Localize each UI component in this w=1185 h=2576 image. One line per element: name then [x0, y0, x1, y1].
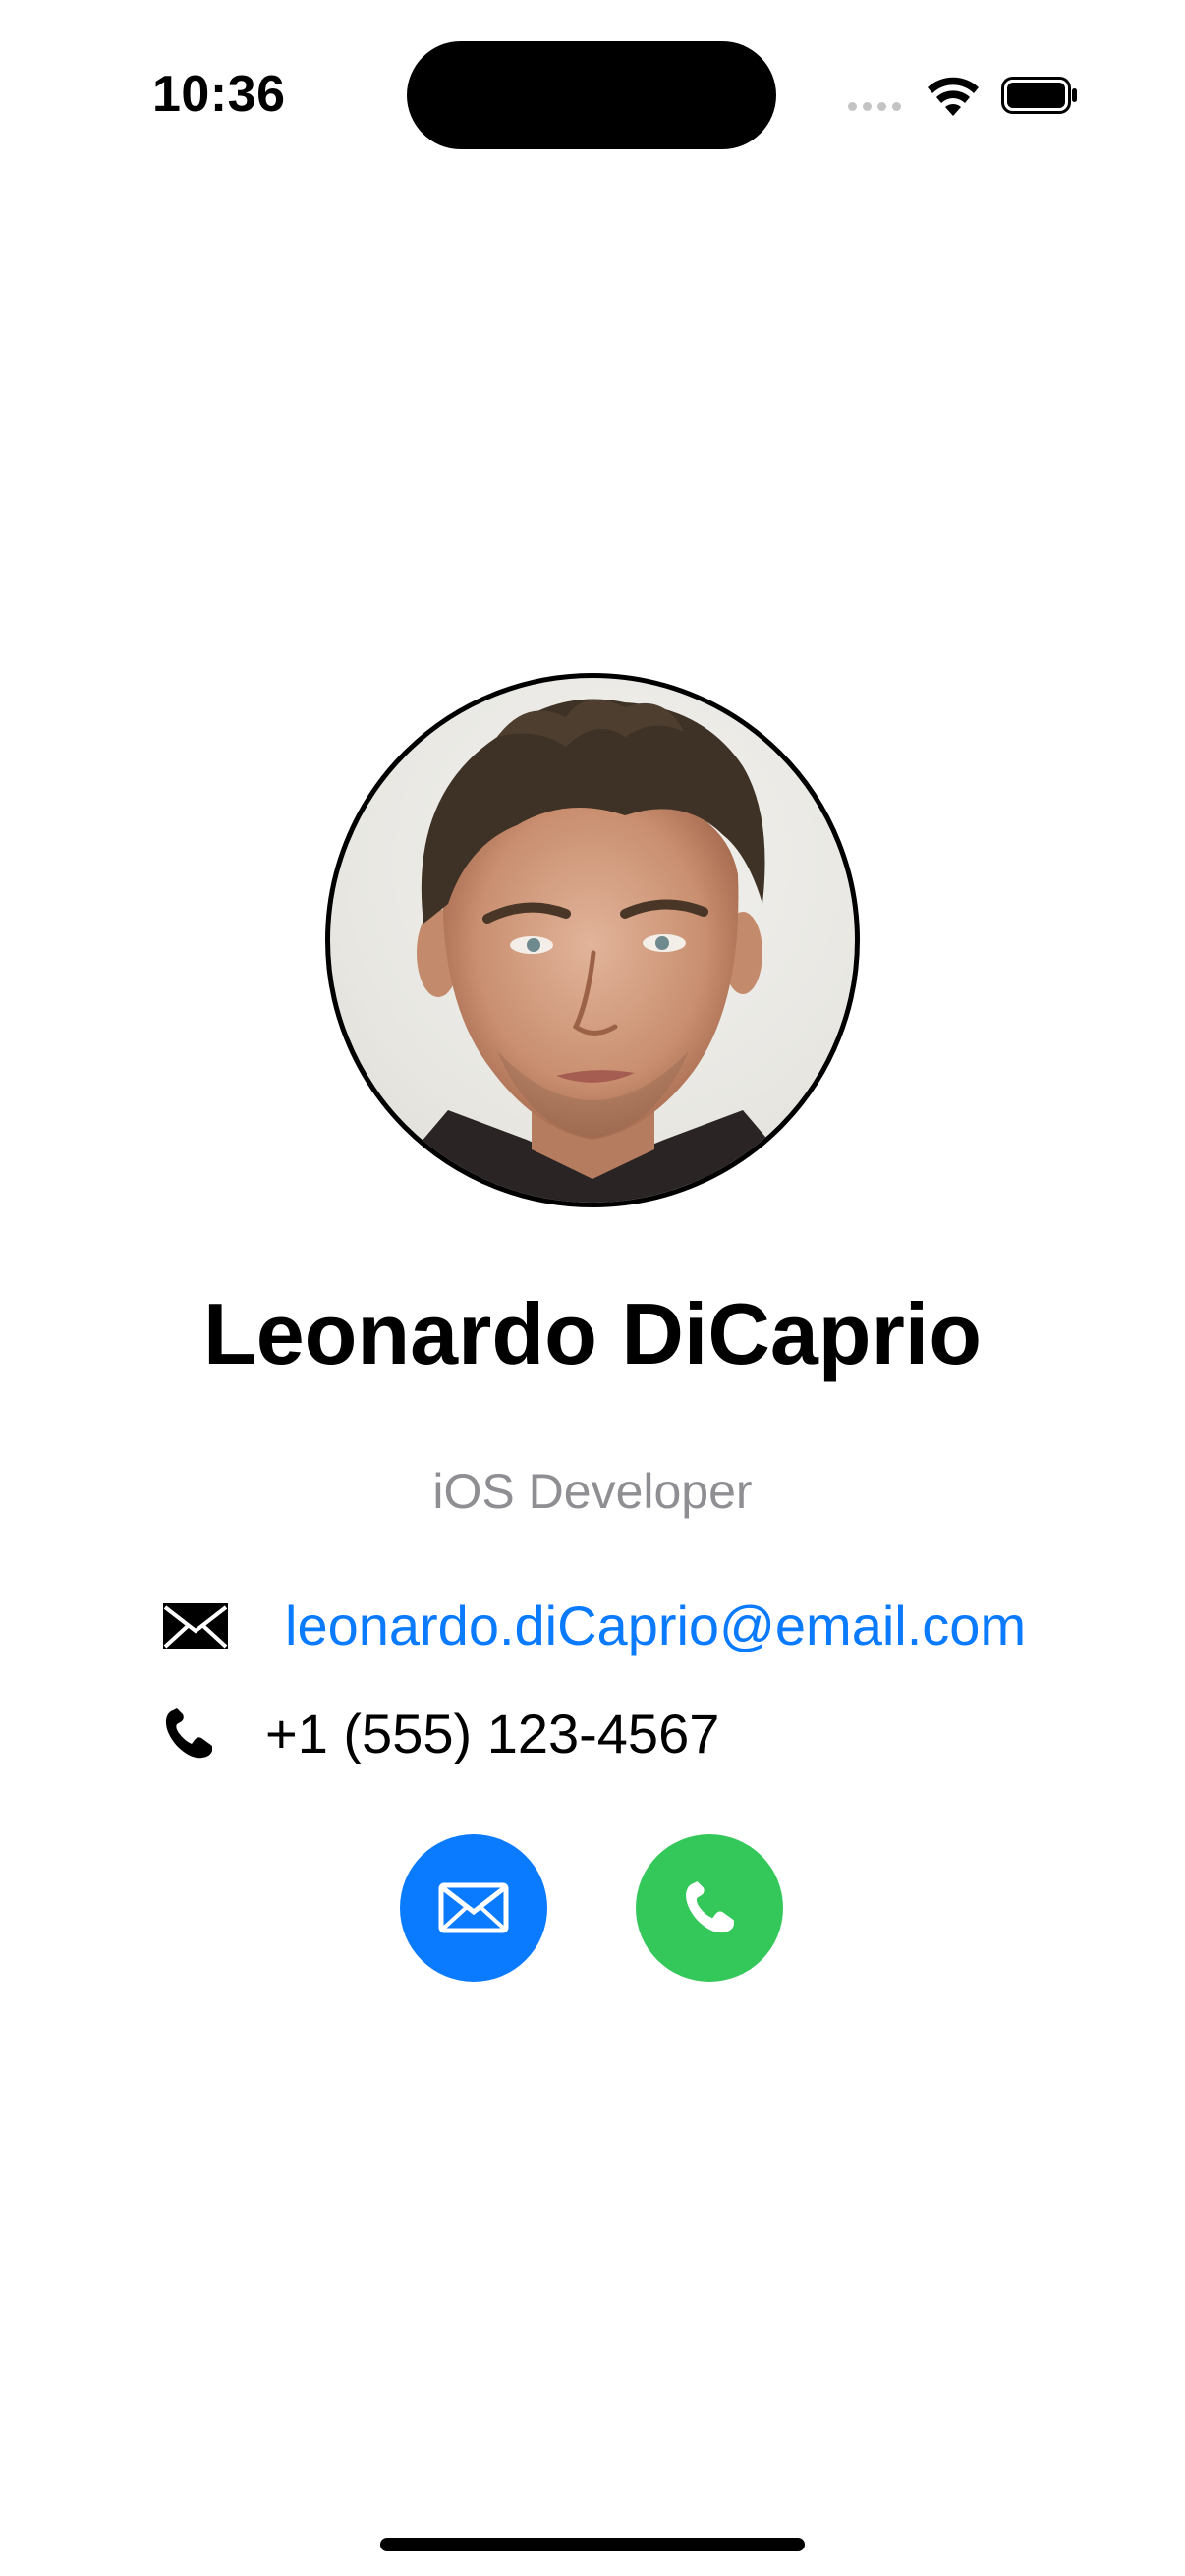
email-row[interactable]: leonardo.diCaprio@email.com — [161, 1592, 1026, 1660]
phone-icon — [686, 1881, 734, 1933]
envelope-icon — [161, 1592, 230, 1660]
phone-number[interactable]: +1 (555) 123-4567 — [265, 1700, 719, 1768]
profile-avatar — [325, 673, 860, 1207]
dynamic-island — [407, 41, 776, 149]
email-link[interactable]: leonardo.diCaprio@email.com — [285, 1592, 1026, 1660]
home-indicator[interactable] — [380, 2538, 805, 2551]
profile-role: iOS Developer — [432, 1464, 753, 1519]
status-time: 10:36 — [152, 66, 286, 123]
phone-icon — [161, 1700, 230, 1768]
send-email-button[interactable] — [400, 1834, 547, 1982]
envelope-icon — [438, 1882, 509, 1933]
battery-icon — [1001, 77, 1077, 114]
profile-name: Leonardo DiCaprio — [202, 1285, 983, 1382]
cellular-signal-icon — [848, 102, 901, 111]
call-button[interactable] — [636, 1834, 783, 1982]
wifi-icon — [928, 77, 979, 116]
status-bar: 10:36 — [0, 0, 1185, 196]
phone-row[interactable]: +1 (555) 123-4567 — [161, 1700, 719, 1768]
profile-photo — [369, 699, 821, 1203]
